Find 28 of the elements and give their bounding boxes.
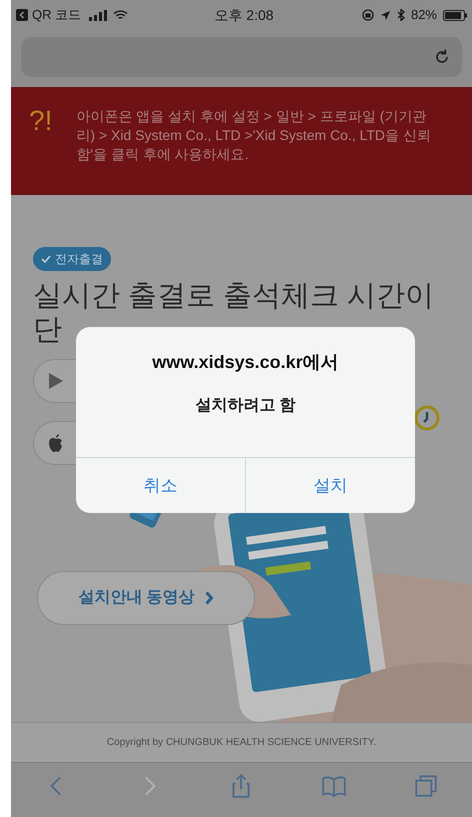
play-icon <box>48 372 64 390</box>
back-app-label[interactable]: QR 코드 <box>32 5 82 25</box>
notice-text: 아이폰은 앱을 설치 후에 설정 > 일반 > 프로파일 (기기관리) > Xid System Co., LTD >'Xid System Co., LTD을 신뢰함'을 클릭 후에 사용하세요. <box>76 107 432 164</box>
dialog-button[interactable]: 취소 <box>76 458 245 513</box>
bluetooth-icon <box>396 9 405 21</box>
dialog-message: 설치하려고 함 <box>195 396 296 416</box>
badge-label: 전자출결 <box>55 251 103 268</box>
battery-percent: 82% <box>410 6 437 24</box>
clock-icon <box>414 405 440 431</box>
headline-fragment: 단 <box>33 313 62 347</box>
notice-mark: ?! <box>29 107 52 138</box>
video-guide-button[interactable]: 설치안내 동영상 <box>37 571 255 625</box>
wifi-icon <box>113 10 128 20</box>
dialog-button[interactable]: 설치 <box>245 458 415 513</box>
back-app-icon[interactable] <box>16 9 28 21</box>
copyright-text: Copyright by CHUNGBUK HEALTH SCIENCE UNIVERSITY. <box>106 736 376 750</box>
check-icon <box>41 254 51 264</box>
tabs-icon[interactable] <box>412 773 439 799</box>
dialog-title: www.xidsys.co.kr에서 <box>152 351 339 374</box>
apple-icon <box>48 434 64 452</box>
signal-icon <box>89 10 110 20</box>
rotation-lock-icon <box>362 9 374 21</box>
location-icon <box>380 10 391 20</box>
battery-icon <box>443 10 467 20</box>
chevron-icon <box>204 591 214 605</box>
address-field[interactable] <box>21 37 462 77</box>
headline: 실시간 출결로 출석체크 시간이 <box>33 279 436 313</box>
clock-time: 오후 2:08 <box>213 6 275 24</box>
